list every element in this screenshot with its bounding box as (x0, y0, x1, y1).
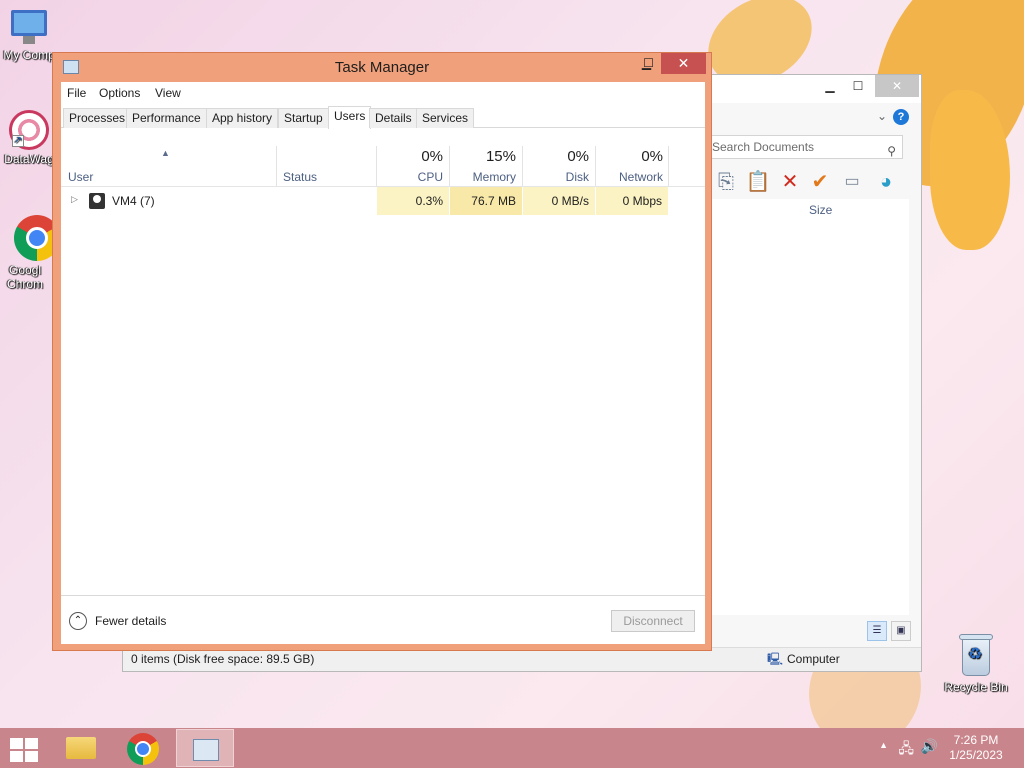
large-icons-view-icon[interactable]: ▣ (891, 621, 911, 641)
taskbar-file-explorer[interactable] (52, 729, 110, 767)
explorer-maximize-button[interactable]: ☐ (843, 75, 873, 97)
menu-options[interactable]: Options (99, 86, 140, 100)
task-manager-icon (193, 739, 219, 761)
globe-icon[interactable]: ◕ (873, 169, 899, 195)
taskbar-task-manager[interactable] (176, 729, 234, 767)
menu-file[interactable]: File (67, 86, 86, 100)
desktop-icon-recycle-bin[interactable]: ♻ Recycle Bin (938, 632, 1014, 694)
window-title: Task Manager (334, 59, 430, 76)
taskbar: ▲ 🖧 🔊 7:26 PM 1/25/2023 (0, 728, 1024, 768)
task-manager-window[interactable]: Task Manager ▁ ☐ ✕ File Options View Pro… (52, 52, 712, 651)
memory-percent[interactable]: 15% (461, 148, 516, 165)
search-icon[interactable]: ⚲ (887, 140, 896, 162)
column-header-cpu[interactable]: CPU (391, 170, 443, 184)
explorer-toolbar: ⎘ 📋 ✕ ✔ ▭ ◕ (713, 169, 923, 197)
tab-startup[interactable]: Startup (278, 108, 329, 128)
sort-ascending-icon: ▲ (161, 148, 170, 158)
table-row[interactable]: ▷ VM4 (7) 0.3% 76.7 MB 0 MB/s 0 Mbps (61, 187, 705, 215)
explorer-file-list[interactable] (711, 199, 909, 615)
tab-processes[interactable]: Processes (63, 108, 132, 128)
explorer-search-input[interactable]: Search Documents ⚲ (707, 135, 903, 159)
status-items-count: 0 items (Disk free space: 89.5 GB) (131, 652, 315, 666)
clock[interactable]: 7:26 PM 1/25/2023 (946, 733, 1006, 763)
tab-performance[interactable]: Performance (126, 108, 207, 128)
cpu-percent[interactable]: 0% (391, 148, 443, 165)
row-network: 0 Mbps (622, 194, 662, 208)
explorer-minimize-button[interactable]: ▁ (815, 75, 845, 97)
desktop-icon-label: Googl Chrom (6, 263, 43, 291)
row-cpu: 0.3% (415, 194, 443, 208)
disk-percent[interactable]: 0% (531, 148, 589, 165)
tab-strip: Processes Performance App history Startu… (61, 106, 705, 129)
menu-bar: File Options View (61, 82, 705, 104)
copy-icon[interactable]: ⎘ (713, 169, 739, 195)
taskbar-chrome[interactable] (114, 729, 172, 767)
tab-services[interactable]: Services (416, 108, 475, 128)
expand-arrow-icon[interactable]: ▷ (71, 194, 78, 205)
tab-details[interactable]: Details (369, 108, 418, 128)
fewer-details-link[interactable]: Fewer details (95, 614, 166, 628)
tab-app-history[interactable]: App history (206, 108, 279, 128)
tab-users[interactable]: Users (328, 106, 372, 129)
recycle-bin-icon: ♻ (958, 632, 994, 678)
row-memory: 76.7 MB (471, 194, 516, 208)
task-manager-footer: ⌃ Fewer details Disconnect (61, 595, 705, 644)
search-placeholder: Search Documents (712, 140, 815, 154)
collapse-up-icon[interactable]: ⌃ (69, 612, 87, 630)
disconnect-button[interactable]: Disconnect (611, 610, 695, 632)
help-icon[interactable]: ? (893, 109, 909, 125)
chevron-down-icon[interactable]: ⌄ (877, 109, 887, 123)
row-disk: 0 MB/s (551, 194, 589, 208)
clock-date: 1/25/2023 (949, 748, 1003, 762)
chrome-icon (127, 733, 159, 765)
maximize-button[interactable]: ☐ (635, 53, 662, 74)
show-hidden-icons-icon[interactable]: ▲ (879, 740, 888, 750)
rename-icon[interactable]: ▭ (839, 169, 865, 195)
network-icon[interactable]: 🖧 (898, 738, 914, 762)
checkmark-icon[interactable]: ✔ (807, 169, 833, 195)
details-view-icon[interactable]: ☰ (867, 621, 887, 641)
column-header-memory[interactable]: Memory (461, 170, 516, 184)
start-button[interactable] (8, 736, 38, 762)
column-header-size[interactable]: Size (809, 203, 832, 217)
column-header-user[interactable]: User (68, 170, 93, 184)
folder-icon (66, 737, 96, 759)
column-header-status[interactable]: Status (283, 170, 317, 184)
explorer-close-button[interactable]: ✕ (875, 75, 919, 97)
computer-icon (9, 10, 49, 46)
computer-icon: 🖳 (767, 652, 784, 666)
close-button[interactable]: ✕ (661, 53, 706, 74)
menu-view[interactable]: View (155, 86, 181, 100)
column-header-disk[interactable]: Disk (531, 170, 589, 184)
status-location: Computer (787, 652, 840, 666)
volume-icon[interactable]: 🔊 (921, 738, 938, 755)
clock-time: 7:26 PM (953, 733, 999, 747)
task-manager-body: File Options View Processes Performance … (61, 82, 705, 644)
column-header-network[interactable]: Network (601, 170, 663, 184)
datawag-icon: ↗ (9, 110, 49, 150)
user-icon (89, 193, 105, 209)
desktop-icon-label: Recycle Bin (944, 680, 1008, 694)
paste-icon[interactable]: 📋 (745, 169, 771, 195)
network-percent[interactable]: 0% (601, 148, 663, 165)
delete-icon[interactable]: ✕ (777, 169, 803, 195)
row-user: VM4 (7) (112, 194, 155, 208)
